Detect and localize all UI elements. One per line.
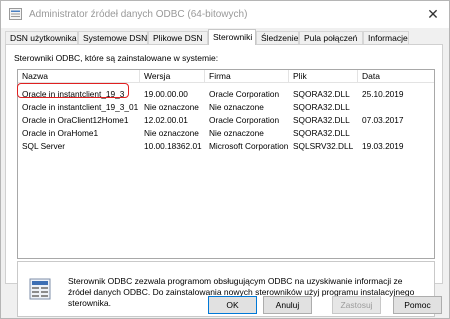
help-button[interactable]: Pomoc [393,296,442,314]
cell-date [358,101,434,113]
table-row[interactable]: Oracle in OraHome1 Nie oznaczone Nie ozn… [18,127,434,139]
column-header-file[interactable]: Plik [289,70,358,82]
column-header-company[interactable]: Firma [205,70,289,82]
ok-button[interactable]: OK [208,296,257,314]
column-header-name[interactable]: Nazwa [18,70,140,82]
cell-company: Nie oznaczone [209,128,264,138]
cell-company: Nie oznaczone [209,102,264,112]
drivers-description: Sterowniki ODBC, które są zainstalowane … [14,53,219,63]
cell-version: Nie oznaczone [144,128,199,138]
window-title: Administrator źródeł danych ODBC (64-bit… [29,9,248,20]
tab-drivers[interactable]: Sterowniki [208,29,256,45]
cell-file: SQORA32.DLL [293,128,350,138]
cell-version: 10.00.18362.01 [144,141,202,151]
column-header-date[interactable]: Data [358,70,434,82]
title-bar: Administrator źródeł danych ODBC (64-bit… [1,1,449,28]
cell-version: 19.00.00.00 [144,89,188,99]
tab-tracing[interactable]: Śledzenie [256,31,299,44]
odbc-window: Administrator źródeł danych ODBC (64-bit… [0,0,450,319]
cell-date: 07.03.2017 [362,115,404,125]
drivers-panel: Sterowniki ODBC, które są zainstalowane … [5,44,443,317]
apply-button[interactable]: Zastosuj [332,296,381,314]
cell-name: Oracle in instantclient_19_3_01 [22,102,139,112]
tab-system-dsn[interactable]: Systemowe DSN [78,31,148,44]
cell-name: Oracle in OraHome1 [22,128,99,138]
cell-company: Oracle Corporation [209,89,280,99]
column-header-version[interactable]: Wersja [140,70,205,82]
table-row[interactable]: SQL Server 10.00.18362.01 Microsoft Corp… [18,140,434,152]
cell-file: SQORA32.DLL [293,89,350,99]
cell-company: Microsoft Corporation [209,141,289,151]
cell-version: 12.02.00.01 [144,115,188,125]
table-row[interactable]: Oracle in OraClient12Home1 12.02.00.01 O… [18,114,434,126]
table-row[interactable]: Oracle in instantclient_19_3_01 Nie ozna… [18,101,434,113]
cell-name: SQL Server [22,141,66,151]
cell-name: Oracle in OraClient12Home1 [22,115,129,125]
cell-company: Oracle Corporation [209,115,280,125]
selection-highlight-annotation [17,83,129,98]
odbc-driver-icon [29,278,51,300]
tab-user-dsn[interactable]: DSN użytkownika [5,31,78,44]
odbc-app-icon [9,8,22,20]
cell-file: SQLSRV32.DLL [293,141,354,151]
cell-file: SQORA32.DLL [293,115,350,125]
cell-date: 19.03.2019 [362,141,404,151]
cell-version: Nie oznaczone [144,102,199,112]
tab-connection-pooling[interactable]: Pula połączeń [299,31,363,44]
close-icon[interactable]: ✕ [423,4,443,24]
cell-date: 25.10.2019 [362,89,404,99]
tab-file-dsn[interactable]: Plikowe DSN [148,31,208,44]
tab-about[interactable]: Informacje [363,31,409,44]
cancel-button[interactable]: Anuluj [263,296,312,314]
cell-date [358,127,434,139]
cell-file: SQORA32.DLL [293,102,350,112]
